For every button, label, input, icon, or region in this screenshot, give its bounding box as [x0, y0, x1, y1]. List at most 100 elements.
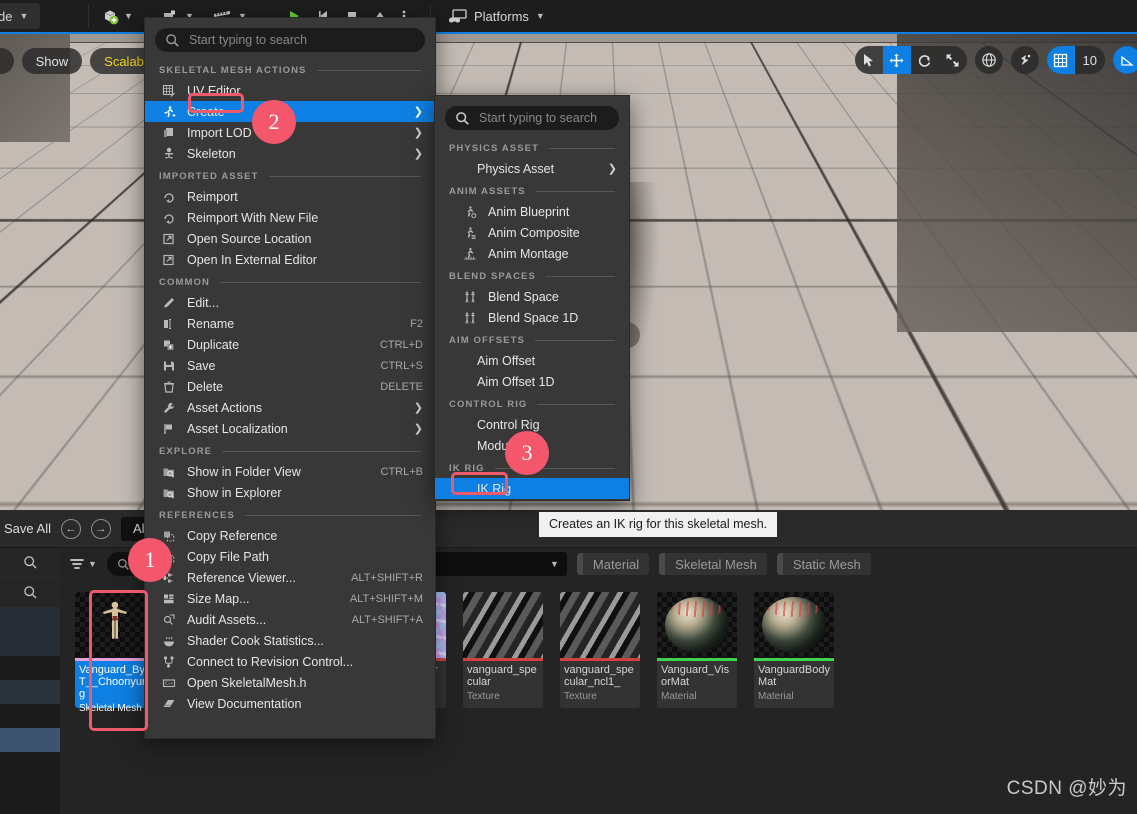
- add-actor-button[interactable]: ▼: [98, 4, 137, 28]
- menu-item-label: Duplicate: [187, 337, 240, 352]
- character-thumbnail-icon: [103, 601, 127, 639]
- menu-item-show-in-explorer[interactable]: Show in Explorer: [145, 482, 435, 503]
- menu-item-open-in-external-editor[interactable]: Open In External Editor: [145, 249, 435, 270]
- menu-item-edit[interactable]: Edit...: [145, 292, 435, 313]
- favorites-search[interactable]: [0, 548, 60, 578]
- submenu-item-blend-space[interactable]: Blend Space: [435, 286, 629, 307]
- source-tree-item[interactable]: [0, 632, 60, 656]
- menu-item-rename[interactable]: Rename F2: [145, 313, 435, 334]
- menu-item-connect-to-revision-control[interactable]: Connect to Revision Control...: [145, 651, 435, 672]
- menu-item-open-source-location[interactable]: Open Source Location: [145, 228, 435, 249]
- section-rule: [268, 176, 421, 177]
- menu-item-show-in-folder-view[interactable]: Show in Folder View CTRL+B: [145, 461, 435, 482]
- scale-tool-button[interactable]: [939, 46, 967, 74]
- source-tree-item[interactable]: [0, 704, 60, 728]
- context-menu-search-input[interactable]: Start typing to search: [155, 28, 425, 52]
- nav-forward-button[interactable]: →: [90, 518, 111, 539]
- grid-snap-value[interactable]: 10: [1075, 53, 1105, 68]
- submenu-item-anim-montage[interactable]: Anim Montage: [435, 243, 629, 264]
- menu-item-label: Control Rig: [477, 417, 540, 432]
- submenu-section-header: PHYSICS ASSET: [435, 136, 629, 158]
- viewport-button-0[interactable]: t: [0, 48, 14, 74]
- annotation-badge-2: 2: [252, 100, 296, 144]
- grid-snap-button[interactable]: [1046, 46, 1075, 74]
- menu-item-reimport-with-new-file[interactable]: Reimport With New File: [145, 207, 435, 228]
- menu-item-copy-reference[interactable]: Copy Reference: [145, 525, 435, 546]
- menu-item-label: Import LOD: [187, 125, 252, 140]
- menu-item-shortcut: F2: [410, 317, 423, 330]
- move-tool-button[interactable]: [882, 46, 911, 74]
- submenu-search-input[interactable]: Start typing to search: [445, 106, 619, 130]
- menu-item-duplicate[interactable]: Duplicate CTRL+D: [145, 334, 435, 355]
- menu-item-label: Rename: [187, 316, 235, 331]
- platforms-button[interactable]: Platforms ▼: [448, 4, 545, 28]
- nav-back-button[interactable]: ←: [60, 518, 81, 539]
- menu-item-shortcut: DELETE: [380, 380, 423, 393]
- watermark: CSDN @妙为: [1006, 778, 1127, 799]
- source-tree-item[interactable]: [0, 608, 60, 632]
- asset-tile-material[interactable]: Vanguard_VisorMat Material: [657, 592, 737, 708]
- menu-item-asset-actions[interactable]: Asset Actions ❯: [145, 397, 435, 418]
- type-filter-material[interactable]: Material: [576, 553, 650, 575]
- type-filter-static-mesh[interactable]: Static Mesh: [776, 553, 871, 575]
- asset-tile-skeletal-mesh[interactable]: Vanguard_By_T__Choonyung Skeletal Mesh: [75, 592, 155, 714]
- menu-item-shader-cook-statistics[interactable]: Shader Cook Statistics...: [145, 630, 435, 651]
- asset-tile-texture[interactable]: vanguard_specular_ncl1_ Texture: [560, 592, 640, 708]
- menu-section-header: REFERENCES: [145, 503, 435, 525]
- select-tool-button[interactable]: [855, 46, 883, 74]
- menu-item-size-map[interactable]: Size Map... ALT+SHIFT+M: [145, 588, 435, 609]
- section-rule: [535, 191, 615, 192]
- submenu-item-aim-offset[interactable]: Aim Offset: [435, 350, 629, 371]
- submenu-section-header: AIM OFFSETS: [435, 328, 629, 350]
- create-icon: [159, 104, 179, 120]
- angle-snap-button[interactable]: [1113, 46, 1137, 74]
- source-tree-item[interactable]: [0, 680, 60, 704]
- texture-preview: [560, 592, 640, 658]
- asset-tile-info: Vanguard_VisorMat Material: [657, 661, 737, 708]
- submenu-item-aim-offset-1d[interactable]: Aim Offset 1D: [435, 371, 629, 392]
- menu-item-asset-localization[interactable]: Asset Localization ❯: [145, 418, 435, 439]
- grid-snap-group: 10: [1046, 46, 1105, 74]
- source-tree-item[interactable]: [0, 752, 60, 776]
- menu-item-uv-editor[interactable]: UV Editor: [145, 80, 435, 101]
- menu-item-save[interactable]: Save CTRL+S: [145, 355, 435, 376]
- menu-item-audit-assets[interactable]: Audit Assets... ALT+SHIFT+A: [145, 609, 435, 630]
- asset-tile-texture[interactable]: vanguard_specular Texture: [463, 592, 543, 708]
- source-tree-item[interactable]: [0, 776, 60, 800]
- world-space-button[interactable]: [975, 46, 1003, 74]
- viewport-button-show[interactable]: Show: [21, 48, 83, 74]
- menu-item-delete[interactable]: Delete DELETE: [145, 376, 435, 397]
- asset-type: Skeletal Mesh: [79, 703, 142, 714]
- menu-item-label: Save: [187, 358, 216, 373]
- submenu-item-anim-blueprint[interactable]: Anim Blueprint: [435, 201, 629, 222]
- menu-item-skeleton[interactable]: Skeleton ❯: [145, 143, 435, 164]
- submenu-item-blend-space-1d[interactable]: Blend Space 1D: [435, 307, 629, 328]
- menu-item-open-skeletalmesh-header[interactable]: C++ Open SkeletalMesh.h: [145, 672, 435, 693]
- menu-item-copy-file-path[interactable]: Copy File Path: [145, 546, 435, 567]
- rotate-tool-button[interactable]: [911, 46, 939, 74]
- type-filter-skeletal-mesh[interactable]: Skeletal Mesh: [659, 553, 767, 575]
- menu-item-label: Anim Composite: [488, 225, 580, 240]
- texture-preview: [463, 592, 543, 658]
- source-tree-item-selected[interactable]: [0, 728, 60, 752]
- sources-search[interactable]: [0, 578, 60, 608]
- menu-item-label: Audit Assets...: [187, 612, 267, 627]
- mode-selector[interactable]: Mode ▼: [0, 3, 41, 29]
- submenu-section-header: BLEND SPACES: [435, 264, 629, 286]
- menu-section-header: IMPORTED ASSET: [145, 164, 435, 186]
- submenu-item-anim-composite[interactable]: Anim Composite: [435, 222, 629, 243]
- source-tree-item[interactable]: [0, 656, 60, 680]
- submenu-item-physics-asset[interactable]: Physics Asset ❯: [435, 158, 629, 179]
- filter-button[interactable]: ▼: [69, 557, 97, 571]
- asset-tile-material[interactable]: VanguardBodyMat Material: [754, 592, 834, 708]
- trash-icon: [159, 379, 179, 395]
- menu-item-view-documentation[interactable]: View Documentation: [145, 693, 435, 714]
- surface-snap-button[interactable]: [1011, 46, 1039, 74]
- menu-item-label: UV Editor: [187, 83, 241, 98]
- menu-item-reimport[interactable]: Reimport: [145, 186, 435, 207]
- asset-tile-info: VanguardBodyMat Material: [754, 661, 834, 708]
- save-all-button[interactable]: Save All: [4, 521, 51, 536]
- menu-item-reference-viewer[interactable]: Reference Viewer... ALT+SHIFT+R: [145, 567, 435, 588]
- menu-section-header: SKELETAL MESH ACTIONS: [145, 58, 435, 80]
- submenu-item-ik-rig[interactable]: IK Rig: [435, 478, 629, 499]
